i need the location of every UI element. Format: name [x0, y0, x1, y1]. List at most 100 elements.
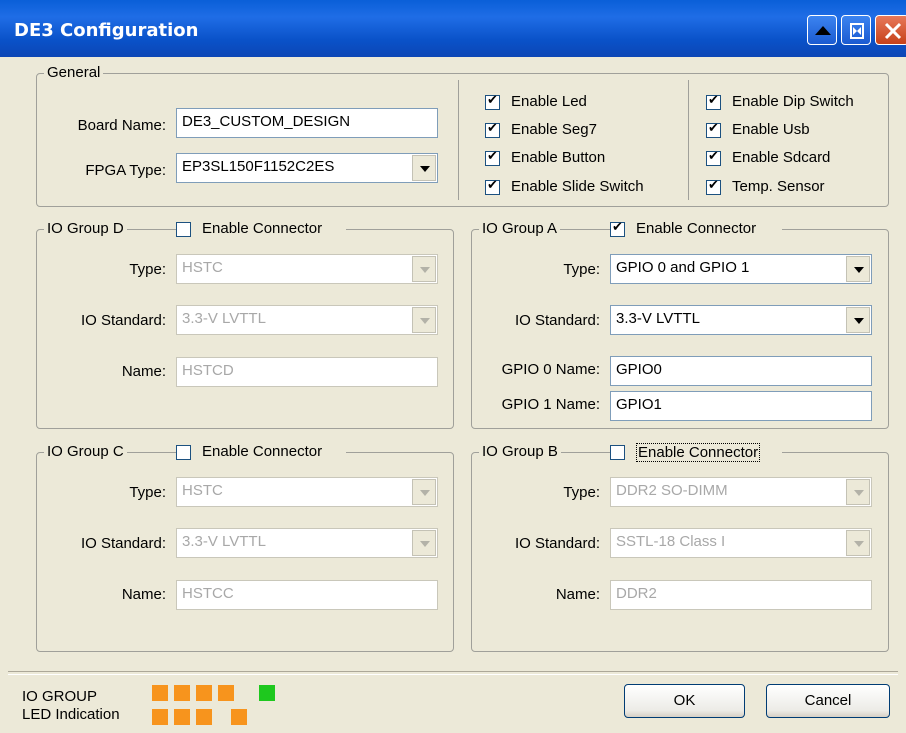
checkbox-box[interactable] [485, 121, 500, 138]
pin-button[interactable] [841, 15, 871, 45]
group-b-standard-value: SSTL-18 Class I [616, 533, 726, 550]
general-divider [458, 80, 459, 200]
group-d-type-select[interactable]: HSTC [176, 254, 438, 284]
gpio1-name-label: GPIO 1 Name: [501, 396, 600, 413]
fpga-type-value: EP3SL150F1152C2ES [182, 158, 335, 175]
group-d-standard-value: 3.3-V LVTTL [182, 310, 266, 327]
group-c-name-input[interactable]: HSTCC [176, 580, 438, 610]
led-indicator [152, 685, 168, 701]
checkbox-box[interactable] [610, 445, 625, 460]
general-divider [688, 80, 689, 200]
led-indicator [218, 685, 234, 701]
chevron-down-icon[interactable] [412, 307, 436, 333]
checkbox-label: Enable Led [511, 93, 587, 110]
checkbox-box[interactable] [610, 220, 625, 237]
group-a-standard-value: 3.3-V LVTTL [616, 310, 700, 327]
io-group-a-legend: IO Group A [479, 220, 561, 237]
group-b-enable-checkbox[interactable]: Enable Connector [610, 443, 782, 465]
group-d-name-input[interactable]: HSTCD [176, 357, 438, 387]
ok-button[interactable]: OK [624, 684, 745, 718]
group-c-enable-checkbox[interactable]: Enable Connector [176, 443, 346, 465]
checkbox-label: Enable Dip Switch [732, 93, 854, 110]
group-c-standard-label: IO Standard: [80, 535, 166, 552]
group-d-standard-select[interactable]: 3.3-V LVTTL [176, 305, 438, 335]
led-indicator [259, 685, 275, 701]
gpio1-name-input[interactable]: GPIO1 [610, 391, 872, 421]
pin-icon [850, 23, 864, 39]
fpga-type-label: FPGA Type: [85, 162, 166, 179]
footer-separator [8, 671, 898, 675]
window-title: DE3 Configuration [14, 20, 199, 41]
checkbox-box[interactable] [706, 149, 721, 166]
group-d-type-value: HSTC [182, 259, 223, 276]
checkbox-label: Temp. Sensor [732, 178, 825, 195]
gpio0-name-input[interactable]: GPIO0 [610, 356, 872, 386]
led-indicator [174, 685, 190, 701]
help-button[interactable] [807, 15, 837, 45]
group-b-name-input[interactable]: DDR2 [610, 580, 872, 610]
checkbox-box[interactable] [176, 222, 191, 237]
group-c-name-label: Name: [121, 586, 166, 603]
group-d-standard-label: IO Standard: [80, 312, 166, 329]
group-c-type-select[interactable]: HSTC [176, 477, 438, 507]
checkbox-box[interactable] [485, 178, 500, 195]
fpga-type-select[interactable]: EP3SL150F1152C2ES [176, 153, 438, 183]
checkbox-label: Enable Connector [202, 443, 323, 460]
group-c-standard-select[interactable]: 3.3-V LVTTL [176, 528, 438, 558]
chevron-down-icon[interactable] [846, 479, 870, 505]
board-name-label: Board Name: [77, 117, 166, 134]
checkbox-label: Enable Seg7 [511, 121, 597, 138]
group-c-standard-value: 3.3-V LVTTL [182, 533, 266, 550]
led-indicator [174, 709, 190, 725]
led-indicator [152, 709, 168, 725]
group-c-type-value: HSTC [182, 482, 223, 499]
chevron-down-icon[interactable] [412, 479, 436, 505]
board-name-input[interactable]: DE3_CUSTOM_DESIGN [176, 108, 438, 138]
group-b-standard-label: IO Standard: [514, 535, 600, 552]
gpio0-name-label: GPIO 0 Name: [501, 361, 600, 378]
checkbox-box[interactable] [706, 121, 721, 138]
group-b-type-select[interactable]: DDR2 SO-DIMM [610, 477, 872, 507]
checkbox-label: Enable Sdcard [732, 149, 831, 166]
close-button[interactable] [875, 15, 906, 45]
checkbox-box[interactable] [176, 445, 191, 460]
cancel-button[interactable]: Cancel [766, 684, 890, 718]
io-group-c-legend: IO Group C [44, 443, 127, 460]
dialog-window: DE3 Configuration General Board Name: DE… [0, 0, 906, 733]
group-b-standard-select[interactable]: SSTL-18 Class I [610, 528, 872, 558]
group-a-enable-checkbox[interactable]: Enable Connector [610, 220, 782, 242]
group-d-name-label: Name: [121, 363, 166, 380]
chevron-down-icon[interactable] [846, 530, 870, 556]
group-b-type-label: Type: [563, 484, 600, 501]
io-group-b-legend: IO Group B [479, 443, 561, 460]
checkbox-label: Enable Usb [732, 121, 810, 138]
checkbox-box[interactable] [485, 149, 500, 166]
led-indication-label: IO GROUP LED Indication [22, 688, 120, 724]
group-b-name-label: Name: [555, 586, 600, 603]
group-a-type-label: Type: [563, 261, 600, 278]
checkbox-label: Enable Slide Switch [511, 178, 644, 195]
group-a-type-value: GPIO 0 and GPIO 1 [616, 259, 750, 276]
close-icon [884, 22, 902, 40]
checkbox-box[interactable] [485, 93, 500, 110]
group-d-type-label: Type: [129, 261, 166, 278]
led-indicator [196, 685, 212, 701]
io-group-d-legend: IO Group D [44, 220, 127, 237]
checkbox-box[interactable] [706, 93, 721, 110]
checkbox-label: Enable Connector [202, 220, 323, 237]
group-a-standard-label: IO Standard: [514, 312, 600, 329]
chevron-down-icon[interactable] [846, 256, 870, 282]
chevron-down-icon[interactable] [412, 256, 436, 282]
group-a-type-select[interactable]: GPIO 0 and GPIO 1 [610, 254, 872, 284]
chevron-down-icon[interactable] [412, 530, 436, 556]
chevron-down-icon[interactable] [412, 155, 436, 181]
group-d-enable-checkbox[interactable]: Enable Connector [176, 220, 346, 242]
led-indicator [231, 709, 247, 725]
group-a-standard-select[interactable]: 3.3-V LVTTL [610, 305, 872, 335]
led-label-line1: IO GROUP [22, 688, 98, 705]
checkbox-box[interactable] [706, 178, 721, 195]
title-bar[interactable]: DE3 Configuration [0, 0, 906, 57]
led-indicator [196, 709, 212, 725]
chevron-down-icon[interactable] [846, 307, 870, 333]
group-c-type-label: Type: [129, 484, 166, 501]
